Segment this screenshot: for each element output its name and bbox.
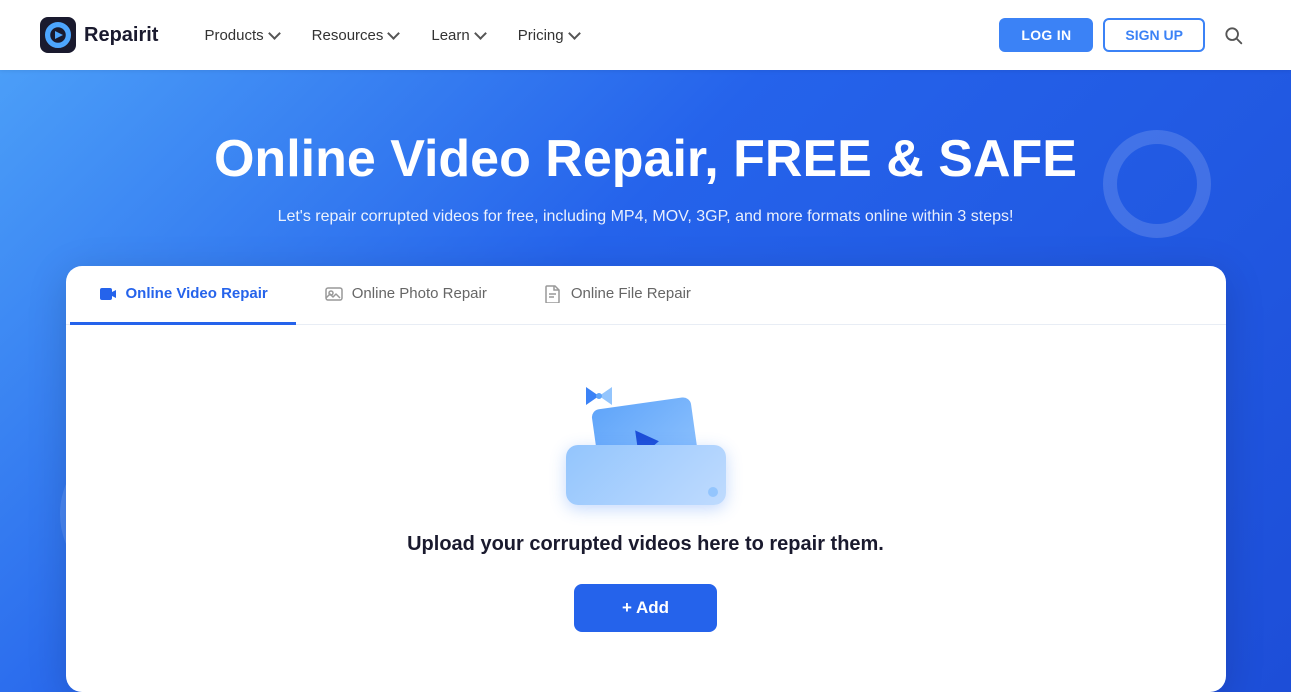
search-button[interactable] xyxy=(1215,17,1251,53)
bow-icon xyxy=(584,385,614,407)
dot-decoration xyxy=(708,487,718,497)
tab-video-label: Online Video Repair xyxy=(126,285,268,302)
upload-illustration xyxy=(546,385,746,505)
signup-button[interactable]: SIGN UP xyxy=(1103,18,1205,52)
logo[interactable]: Repairit xyxy=(40,17,158,53)
chevron-down-icon xyxy=(474,29,486,41)
login-button[interactable]: LOG IN xyxy=(999,18,1093,52)
tab-photo-label: Online Photo Repair xyxy=(352,285,487,302)
tab-file-label: Online File Repair xyxy=(571,285,691,302)
chevron-down-icon xyxy=(268,29,280,41)
nav-resources[interactable]: Resources xyxy=(298,19,414,52)
hero-title: Online Video Repair, FREE & SAFE xyxy=(20,130,1271,190)
nav-products[interactable]: Products xyxy=(190,19,293,52)
chevron-down-icon xyxy=(387,29,399,41)
nav-actions: LOG IN SIGN UP xyxy=(999,17,1251,53)
repair-card: Online Video Repair Online Photo Repair xyxy=(66,266,1226,692)
hero-subtitle: Let's repair corrupted videos for free, … xyxy=(20,208,1271,226)
tab-file-repair[interactable]: Online File Repair xyxy=(515,266,719,325)
logo-icon xyxy=(40,17,76,53)
nav-learn[interactable]: Learn xyxy=(417,19,499,52)
search-icon xyxy=(1223,25,1243,45)
hero-section: Online Video Repair, FREE & SAFE Let's r… xyxy=(0,70,1291,692)
nav-pricing[interactable]: Pricing xyxy=(504,19,594,52)
upload-prompt: Upload your corrupted videos here to rep… xyxy=(407,533,884,556)
add-button[interactable]: + Add xyxy=(574,584,717,632)
video-tab-icon xyxy=(98,284,118,304)
chevron-down-icon xyxy=(568,29,580,41)
base-shape xyxy=(566,445,726,505)
photo-tab-icon xyxy=(324,284,344,304)
card-body: Upload your corrupted videos here to rep… xyxy=(66,325,1226,692)
navbar: Repairit Products Resources Learn Pricin… xyxy=(0,0,1291,70)
card-tabs: Online Video Repair Online Photo Repair xyxy=(66,266,1226,325)
file-tab-icon xyxy=(543,284,563,304)
nav-items: Products Resources Learn Pricing xyxy=(190,19,999,52)
brand-name: Repairit xyxy=(84,24,158,47)
tab-photo-repair[interactable]: Online Photo Repair xyxy=(296,266,515,325)
tab-video-repair[interactable]: Online Video Repair xyxy=(70,266,296,325)
